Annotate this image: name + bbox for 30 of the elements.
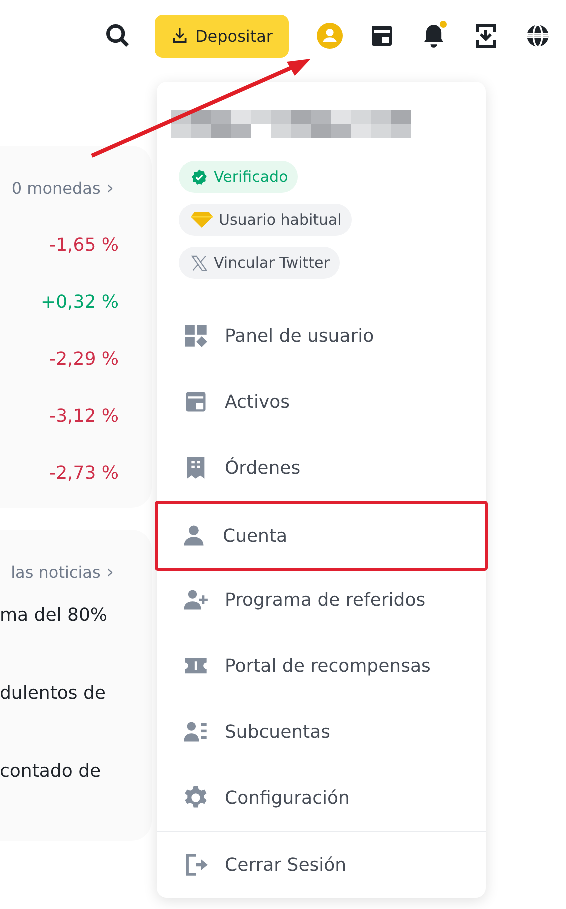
price-change: -1,65 % [48, 235, 120, 256]
price-change: -2,29 % [48, 349, 120, 370]
news-headline[interactable]: contado de [0, 761, 152, 817]
x-logo-icon [191, 254, 208, 272]
download-icon [171, 27, 190, 45]
menu-item[interactable]: Activos [157, 369, 486, 435]
menu-item[interactable]: Panel de usuario [157, 303, 486, 369]
verified-badge: Verificado [179, 161, 298, 193]
price-change: -3,12 % [48, 406, 120, 427]
menu-item[interactable]: Cuenta [155, 501, 488, 571]
chevron: › [106, 562, 114, 583]
menu-item[interactable]: Subcuentas [157, 699, 486, 765]
price-change: +0,32 % [40, 292, 120, 313]
news-headline[interactable]: ma del 80% [0, 605, 152, 661]
menu-item[interactable]: Portal de recompensas [157, 633, 486, 699]
menu-item[interactable]: Configuración [157, 765, 486, 831]
dashboard-icon [183, 323, 209, 349]
tier-badge: Usuario habitual [179, 204, 352, 236]
news-headline[interactable]: dulentos de [0, 683, 152, 739]
menu-item[interactable]: Órdenes [157, 435, 486, 501]
news-link[interactable]: las noticias [11, 563, 101, 582]
deposit-button[interactable]: Depositar [155, 14, 289, 58]
link-twitter-button[interactable]: Vincular Twitter [179, 247, 340, 279]
logout-item[interactable]: Cerrar Sesión [157, 832, 486, 898]
market-link[interactable]: 0 monedas [12, 179, 101, 198]
check-badge-icon [191, 168, 208, 186]
price-change: -2,73 % [48, 463, 120, 484]
settings-icon [183, 785, 209, 811]
chevron: › [106, 178, 114, 199]
diamond-icon [191, 212, 213, 228]
